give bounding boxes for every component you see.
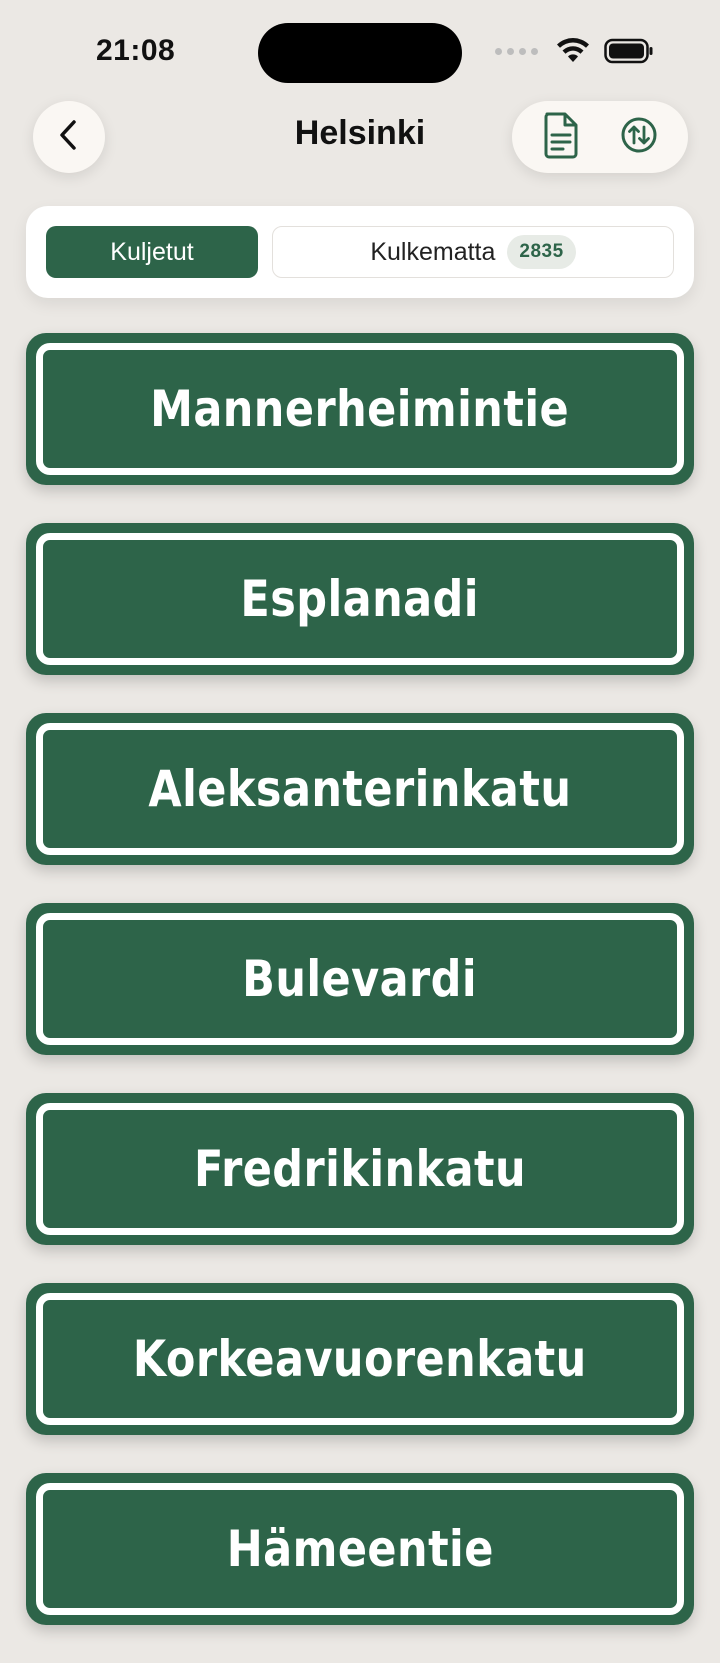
street-name: Aleksanterinkatu: [148, 760, 572, 818]
segment-label: Kulkematta: [370, 237, 496, 266]
document-icon: [541, 111, 581, 163]
sort-button[interactable]: [609, 107, 669, 167]
street-sign-item[interactable]: Esplanadi: [26, 523, 694, 675]
street-name: Korkeavuorenkatu: [133, 1330, 587, 1388]
count-badge: 2835: [507, 235, 576, 269]
street-list: Mannerheimintie Esplanadi Aleksanterinka…: [26, 333, 694, 1663]
header-actions: [512, 101, 688, 173]
back-button[interactable]: [33, 101, 105, 173]
battery-icon: [604, 38, 654, 64]
segmented-control: Kuljetut Kulkematta 2835: [26, 206, 694, 298]
street-name: Esplanadi: [240, 570, 480, 628]
street-sign-border: Hämeentie: [36, 1483, 684, 1615]
street-name: Mannerheimintie: [150, 380, 570, 438]
street-name: Bulevardi: [242, 950, 478, 1008]
segment-kulkematta[interactable]: Kulkematta 2835: [272, 226, 674, 278]
segment-kuljetut[interactable]: Kuljetut: [46, 226, 258, 278]
page-title: Helsinki: [294, 114, 426, 152]
street-name: Hämeentie: [226, 1520, 494, 1578]
status-bar: 21:08: [0, 0, 720, 100]
street-sign-border: Fredrikinkatu: [36, 1103, 684, 1235]
wifi-icon: [556, 38, 590, 64]
street-sign-item[interactable]: Aleksanterinkatu: [26, 713, 694, 865]
sort-arrows-icon: [619, 115, 659, 159]
segment-label: Kuljetut: [110, 237, 194, 266]
street-sign-item[interactable]: Mannerheimintie: [26, 333, 694, 485]
street-sign-border: Korkeavuorenkatu: [36, 1293, 684, 1425]
street-sign-item[interactable]: Fredrikinkatu: [26, 1093, 694, 1245]
street-sign-item[interactable]: Bulevardi: [26, 903, 694, 1055]
street-sign-border: Aleksanterinkatu: [36, 723, 684, 855]
dynamic-island: [258, 23, 462, 83]
status-icons: [495, 38, 654, 64]
street-name: Fredrikinkatu: [193, 1140, 527, 1198]
street-sign-item[interactable]: Hämeentie: [26, 1473, 694, 1625]
street-sign-border: Bulevardi: [36, 913, 684, 1045]
export-button[interactable]: [531, 107, 591, 167]
street-sign-item[interactable]: Korkeavuorenkatu: [26, 1283, 694, 1435]
chevron-left-icon: [56, 118, 82, 156]
street-sign-border: Mannerheimintie: [36, 343, 684, 475]
cellular-signal-icon: [495, 47, 538, 55]
street-sign-border: Esplanadi: [36, 533, 684, 665]
status-time: 21:08: [96, 34, 176, 67]
